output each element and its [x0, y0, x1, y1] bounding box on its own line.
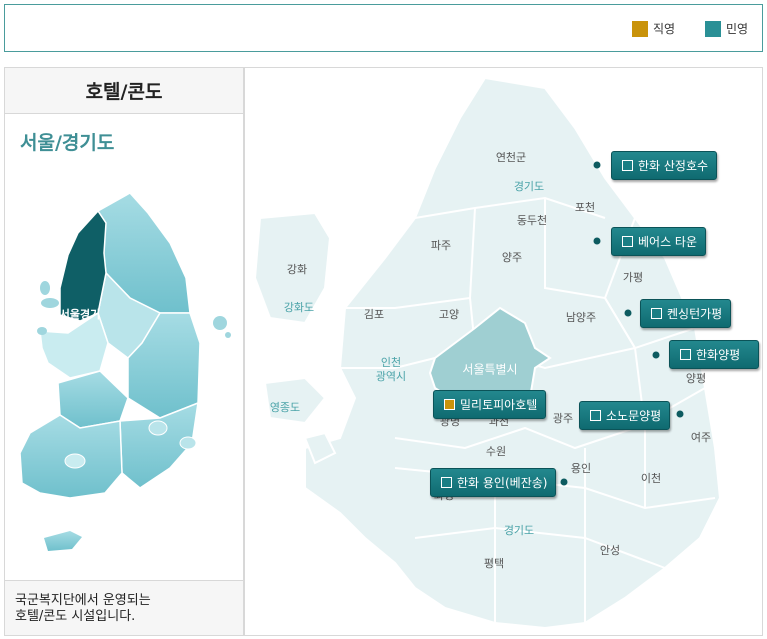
label-gwangju: 광주	[552, 412, 574, 425]
footer-line-1: 국군복지단에서 운영되는	[15, 593, 151, 608]
hotel-name: 한화 산정호수	[638, 159, 709, 173]
direct-square-icon	[444, 399, 455, 410]
hotel-name: 소노문양평	[606, 409, 662, 423]
legend-private: 민영	[705, 20, 748, 37]
legend-direct-label: 직영	[653, 22, 676, 36]
left-panel: 호텔/콘도 서울/경기도 서울경기 국군복지단에서 운영되는 호텔/콘도 시설입…	[4, 67, 244, 636]
private-square-icon	[622, 236, 633, 247]
label-yeongjongdo: 영종도	[269, 401, 301, 414]
hotel-military[interactable]: 밀리토피아호텔	[433, 390, 547, 419]
label-paju: 파주	[430, 239, 452, 252]
label-namyangju: 남양주	[565, 311, 597, 324]
label-yongin: 용인	[570, 462, 592, 475]
korea-map[interactable]: 서울경기	[10, 193, 240, 563]
label-pyeongtaek: 평택	[483, 557, 505, 570]
dokdo-island	[225, 332, 231, 338]
label-gapyeong: 가평	[622, 271, 644, 284]
hotel-name: 밀리토피아호텔	[460, 398, 538, 412]
hotel-name: 한화 용인(베잔송)	[457, 476, 548, 490]
hotel-name: 한화양평	[696, 348, 741, 362]
legend-private-swatch	[705, 20, 721, 37]
private-square-icon	[651, 308, 662, 319]
hotel-location-dot	[652, 351, 660, 359]
gyeonggi-map-panel: 연천군 경기도 포천 동두천 파주 양주 가평 강화 강화도 김포 고양 남양주…	[244, 67, 763, 636]
label-seoul[interactable]: 서울특별시	[462, 361, 517, 378]
hotel-name: 켄싱턴가평	[667, 307, 723, 321]
label-yeoncheon: 연천군	[495, 151, 527, 164]
hotel-snow-yangpyeong[interactable]: 소노문양평	[579, 401, 671, 430]
label-ganghwa: 강화	[286, 263, 308, 276]
hotel-hanwha-yongin[interactable]: 한화 용인(베잔송)	[430, 468, 557, 497]
hotel-location-dot	[624, 309, 632, 317]
footer-line-2: 호텔/콘도 시설입니다.	[15, 609, 136, 624]
ulsan-region[interactable]	[179, 436, 197, 450]
ulleungdo-island	[213, 316, 227, 330]
island	[41, 298, 59, 308]
label-gyeonggi-top: 경기도	[513, 180, 545, 193]
jeju-island[interactable]	[44, 531, 82, 551]
legend-private-label: 민영	[726, 22, 749, 36]
legend-direct-swatch	[632, 20, 648, 37]
private-square-icon	[680, 349, 691, 360]
hotel-location-dot	[560, 478, 568, 486]
gwangju-city-region[interactable]	[64, 453, 86, 469]
daegu-region[interactable]	[148, 420, 168, 436]
legend-direct: 직영	[632, 20, 675, 37]
label-goyang: 고양	[438, 308, 460, 321]
label-ganghwado: 강화도	[283, 301, 315, 314]
region-name: 서울/경기도	[20, 132, 115, 154]
panel-title: 호텔/콘도	[5, 68, 243, 114]
hotel-kensington-gapyeong[interactable]: 켄싱턴가평	[640, 299, 732, 328]
panel-footer: 국군복지단에서 운영되는 호텔/콘도 시설입니다.	[5, 580, 243, 635]
island	[40, 281, 50, 295]
hotel-hanwha-yangpyeong[interactable]: 한화양평	[669, 340, 759, 369]
label-gyeonggi-bottom: 경기도	[503, 524, 535, 537]
label-yeoju: 여주	[690, 431, 712, 444]
label-icheon: 이천	[640, 472, 662, 485]
hotel-location-dot	[593, 237, 601, 245]
label-yangju: 양주	[501, 251, 523, 264]
hotel-location-dot	[593, 161, 601, 169]
hotel-location-dot	[676, 410, 684, 418]
private-square-icon	[441, 477, 452, 488]
selected-region-label: 서울경기	[60, 307, 100, 321]
label-dongducheon: 동두천	[516, 214, 548, 227]
chungnam-region[interactable]	[39, 311, 109, 379]
private-square-icon	[622, 160, 633, 171]
label-incheon: 인천 광역시	[375, 356, 407, 383]
hotel-hanwha-sanjeong[interactable]: 한화 산정호수	[611, 151, 718, 180]
label-yangpyeong: 양평	[685, 372, 707, 385]
hotel-name: 베어스 타운	[638, 235, 698, 249]
private-square-icon	[590, 410, 601, 421]
legend-bar: 직영 민영	[4, 4, 763, 52]
label-anseong: 안성	[599, 544, 621, 557]
hotel-bears-town[interactable]: 베어스 타운	[611, 227, 707, 256]
island	[37, 327, 47, 335]
label-suwon: 수원	[485, 445, 507, 458]
jeonbuk-region[interactable]	[57, 370, 129, 429]
gyeonggi-region-selected[interactable]	[59, 209, 107, 322]
label-pocheon: 포천	[574, 201, 596, 214]
label-gimpo: 김포	[363, 308, 385, 321]
